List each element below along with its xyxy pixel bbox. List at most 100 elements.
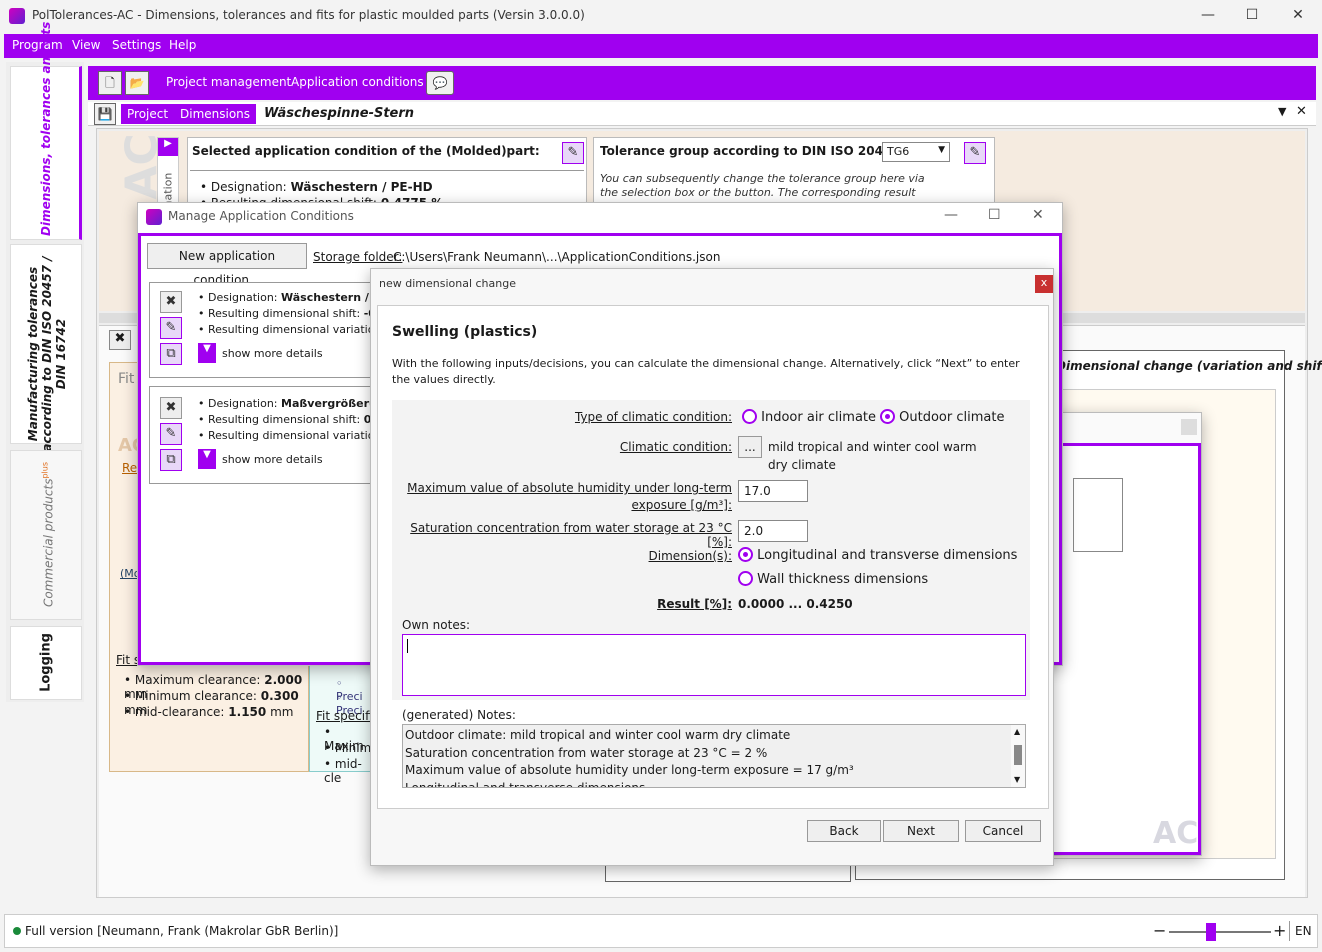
status-text: Full version [Neumann, Frank (Makrolar G… — [25, 924, 339, 938]
designation-line: • Designation: Wäschestern / PE-HD — [200, 180, 433, 194]
dialog-app-icon — [146, 209, 162, 225]
cancel-button[interactable]: Cancel — [965, 820, 1041, 842]
manage-max-button[interactable]: ☐ — [988, 207, 1001, 223]
window-title: PolTolerances-AC - Dimensions, tolerance… — [32, 8, 585, 22]
edit-icon[interactable]: ✎ — [160, 317, 182, 339]
zoom-slider-thumb[interactable] — [1205, 923, 1216, 941]
radio-indoor-indicator[interactable] — [742, 409, 757, 424]
storage-folder-path: C:\Users\Frank Neumann\...\ApplicationCo… — [393, 250, 721, 264]
edit-pencil-icon[interactable]: ✎ — [562, 142, 584, 164]
dim-change-title: Dimensional change (variation and shift) — [1056, 359, 1322, 373]
scroll-thumb[interactable] — [1014, 745, 1022, 765]
sidebar-tab-dimensions-label: Dimensions, tolerances and fits — [39, 21, 53, 236]
radio-longitudinal[interactable]: Longitudinal and transverse dimensions — [738, 547, 1017, 563]
info-bubble-icon[interactable]: 💬 — [426, 71, 454, 95]
generated-notes-box[interactable]: Outdoor climate: mild tropical and winte… — [402, 724, 1026, 788]
minim-label: • Minim — [324, 741, 372, 755]
dropdown-arrow-icon[interactable]: ▼ — [1278, 105, 1286, 118]
minimize-button[interactable]: — — [1194, 4, 1222, 26]
chevron-down-icon: ▼ — [938, 145, 945, 155]
status-dot-icon — [13, 927, 21, 935]
language-indicator[interactable]: EN — [1295, 924, 1312, 938]
project-management-button[interactable]: Project management — [166, 75, 291, 89]
sidebar-tab-dimensions[interactable]: Dimensions, tolerances and fits — [10, 22, 82, 240]
open-folder-icon[interactable]: 📂 — [125, 71, 149, 95]
menu-view[interactable]: View — [72, 38, 100, 52]
condition-1-show-more[interactable]: show more details — [222, 347, 323, 360]
zoom-out-button[interactable]: − — [1153, 921, 1166, 940]
new-application-condition-button[interactable]: New application condition... — [147, 243, 307, 287]
tab-dimensions[interactable]: Dimensions — [174, 104, 257, 124]
radio-wall[interactable]: Wall thickness dimensions — [738, 571, 928, 587]
background-dialog-close[interactable] — [1181, 419, 1197, 435]
edit-tolerance-icon[interactable]: ✎ — [964, 142, 986, 164]
change-heading: Swelling (plastics) — [392, 324, 538, 340]
menu-help[interactable]: Help — [169, 38, 196, 52]
own-notes-input[interactable] — [402, 634, 1026, 696]
radio-wall-indicator[interactable] — [738, 571, 753, 586]
application-conditions-button[interactable]: Application conditions — [291, 75, 424, 89]
humidity-input[interactable]: 17.0 — [738, 480, 808, 502]
sidebar-tab-manufacturing[interactable]: Manufacturing tolerances according to DI… — [10, 244, 82, 452]
delete-x-icon[interactable]: ✖ — [109, 330, 131, 350]
chevron-down-icon[interactable]: ▼ — [198, 343, 216, 363]
change-intro: With the following inputs/decisions, you… — [392, 357, 1020, 386]
mid-clearance: • mid-clearance: 1.150 mm — [124, 705, 294, 719]
background-dialog-frame: AC — [1053, 443, 1201, 855]
sidebar-tab-logging[interactable]: Logging — [10, 626, 82, 700]
delete-icon[interactable]: ✖ — [160, 291, 182, 313]
condition-card-2: ✖ ✎ ⧉ • Designation: Maßvergrößerun • Re… — [149, 386, 385, 484]
close-project-icon[interactable]: ✕ — [1296, 104, 1307, 119]
generated-notes-label: (generated) Notes: — [402, 708, 516, 722]
close-button[interactable]: ✕ — [1284, 4, 1312, 26]
delete-icon[interactable]: ✖ — [160, 397, 182, 419]
fit-panel-middle: ◦ Preci ◦ Preci Fit specific • Maxim • M… — [309, 662, 379, 785]
generated-note-line: Outdoor climate: mild tropical and winte… — [405, 728, 791, 742]
radio-outdoor-indicator[interactable] — [880, 409, 895, 424]
radio-indoor[interactable]: Indoor air climate — [742, 409, 876, 425]
result-value: 0.0000 ... 0.4250 — [738, 597, 853, 611]
radio-longitudinal-indicator[interactable] — [738, 547, 753, 562]
radio-outdoor[interactable]: Outdoor climate — [880, 409, 1004, 425]
copy-icon[interactable]: ⧉ — [160, 449, 182, 471]
back-button[interactable]: Back — [807, 820, 881, 842]
save-icon[interactable]: 💾 — [94, 103, 116, 125]
sidebar-tab-commercial[interactable]: Commercial productsplus — [10, 450, 82, 620]
change-dialog-body: Swelling (plastics) With the following i… — [377, 305, 1049, 809]
copy-icon[interactable]: ⧉ — [160, 343, 182, 365]
condition-2-show-more[interactable]: show more details — [222, 453, 323, 466]
climatic-condition-button[interactable]: ... — [738, 436, 762, 458]
selected-condition-title: Selected application condition of the (M… — [192, 144, 540, 158]
notes-scrollbar[interactable]: ▲ ▼ — [1011, 725, 1025, 787]
manage-min-button[interactable]: — — [944, 207, 958, 223]
zoom-slider[interactable] — [1169, 923, 1271, 941]
edit-icon[interactable]: ✎ — [160, 423, 182, 445]
chevron-down-icon[interactable]: ▼ — [198, 449, 216, 469]
calculation-area: Type of climatic condition: Indoor air c… — [392, 400, 1030, 700]
zoom-in-button[interactable]: + — [1273, 921, 1286, 940]
maximize-button[interactable]: ☐ — [1238, 4, 1266, 26]
expand-arrow-icon[interactable]: ▶ — [158, 138, 178, 156]
scroll-up-icon[interactable]: ▲ — [1014, 727, 1020, 736]
tolerance-select[interactable]: TG6 ▼ — [882, 142, 950, 162]
result-label: Result [%]: — [657, 597, 732, 611]
condition-card-1: ✖ ✎ ⧉ • Designation: Wäschestern / PE • … — [149, 282, 388, 378]
storage-folder-label[interactable]: Storage folder: — [313, 250, 402, 264]
scroll-down-icon[interactable]: ▼ — [1014, 775, 1020, 784]
condition-1-designation: • Designation: Wäschestern / PE — [198, 291, 389, 304]
fit-label: Fit — [118, 371, 135, 387]
manage-close-button[interactable]: ✕ — [1032, 207, 1044, 223]
condition-2-designation: • Designation: Maßvergrößerun — [198, 397, 385, 410]
ac-watermark-2: AC — [1153, 816, 1199, 851]
menu-settings[interactable]: Settings — [112, 38, 161, 52]
next-button[interactable]: Next — [883, 820, 959, 842]
saturation-input[interactable]: 2.0 — [738, 520, 808, 542]
new-file-icon[interactable]: 🗋 — [98, 71, 122, 95]
change-dialog-close[interactable]: x — [1035, 275, 1053, 293]
new-dimensional-change-dialog: new dimensional change x Swelling (plast… — [370, 268, 1054, 866]
menu-program[interactable]: Program — [12, 38, 63, 52]
tab-project[interactable]: Project — [121, 104, 175, 124]
divider — [1289, 921, 1290, 941]
sidebar-tab-commercial-label: Commercial productsplus — [40, 461, 56, 608]
climatic-type-label: Type of climatic condition: — [574, 410, 732, 424]
